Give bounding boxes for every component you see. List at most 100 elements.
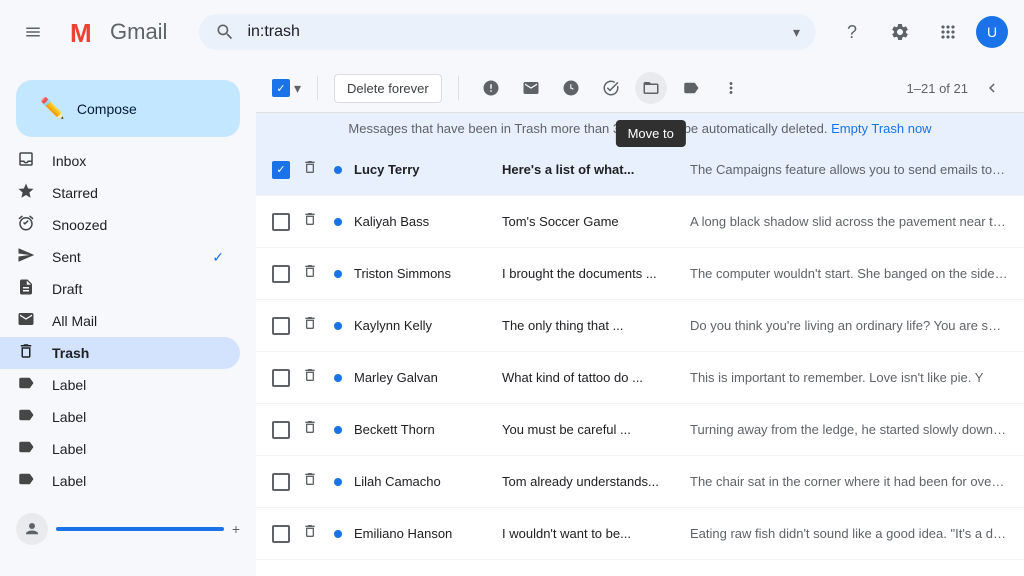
label1-text: Label xyxy=(52,377,224,393)
snooze-button[interactable] xyxy=(555,72,587,104)
email-subject: I brought the documents ... xyxy=(502,266,682,281)
sidebar-item-label4[interactable]: Label xyxy=(0,465,240,497)
compose-button[interactable]: ✏️ Compose xyxy=(16,80,240,137)
email-row[interactable]: Brooks RiceGood night, Miss.One dollar a… xyxy=(256,560,1024,576)
more-options-button[interactable] xyxy=(715,72,747,104)
email-sender: Lilah Camacho xyxy=(354,474,494,489)
settings-icon[interactable] xyxy=(880,12,920,52)
pagination: 1–21 of 21 xyxy=(907,72,1008,104)
email-preview: Do you think you're living an ordinary l… xyxy=(690,318,1008,333)
email-checkbox[interactable] xyxy=(272,317,290,335)
add-account-btn[interactable]: + xyxy=(232,521,240,537)
notice-text: Messages that have been in Trash more th… xyxy=(348,121,827,136)
email-row[interactable]: Kaylynn Kelly The only thing that ... Do y… xyxy=(256,300,1024,352)
label-button[interactable] xyxy=(675,72,707,104)
sidebar-item-allmail[interactable]: All Mail xyxy=(0,305,240,337)
move-to-button[interactable] xyxy=(635,72,667,104)
sidebar-item-label2[interactable]: Label xyxy=(0,401,240,433)
starred-label: Starred xyxy=(52,185,224,201)
help-icon[interactable]: ? xyxy=(832,12,872,52)
toolbar: ✓ ▾ Delete forever xyxy=(256,64,1024,113)
label2-icon xyxy=(16,406,36,429)
inbox-icon xyxy=(16,150,36,173)
report-spam-button[interactable] xyxy=(475,72,507,104)
compose-label: Compose xyxy=(77,101,137,117)
svg-text:M: M xyxy=(70,18,92,48)
search-dropdown-icon[interactable]: ▾ xyxy=(793,24,800,41)
email-subject: Tom already understands... xyxy=(502,474,682,489)
email-sender: Kaliyah Bass xyxy=(354,214,494,229)
email-checkbox[interactable]: ✓ xyxy=(272,161,290,179)
select-dropdown[interactable]: ▾ xyxy=(294,80,301,97)
delete-forever-label: Delete forever xyxy=(347,81,429,96)
menu-icon[interactable] xyxy=(16,15,50,49)
label3-text: Label xyxy=(52,441,224,457)
snoozed-icon xyxy=(16,214,36,237)
email-trash-icon xyxy=(302,419,318,440)
email-status-dot xyxy=(334,322,342,330)
email-sender: Marley Galvan xyxy=(354,370,494,385)
email-row[interactable]: ✓Lucy TerryHere's a list of what...The C… xyxy=(256,144,1024,196)
draft-label: Draft xyxy=(52,281,224,297)
sidebar-item-snoozed[interactable]: Snoozed xyxy=(0,209,240,241)
sidebar-item-inbox[interactable]: Inbox xyxy=(0,145,240,177)
email-status-dot xyxy=(334,218,342,226)
allmail-icon xyxy=(16,310,36,333)
label4-text: Label xyxy=(52,473,224,489)
email-subject: The only thing that ... xyxy=(502,318,682,333)
email-preview: This is important to remember. Love isn'… xyxy=(690,370,1008,385)
email-row[interactable]: Emiliano HansonI wouldn't want to be...E… xyxy=(256,508,1024,560)
email-row[interactable]: Lilah CamachoTom already understands...T… xyxy=(256,456,1024,508)
toolbar-separator-2 xyxy=(458,76,459,100)
logo: M Gmail xyxy=(66,12,167,52)
sidebar-item-trash[interactable]: Trash xyxy=(0,337,240,369)
move-to-container: Move to xyxy=(635,72,667,104)
search-input[interactable] xyxy=(247,23,781,41)
prev-page-button[interactable] xyxy=(976,72,1008,104)
sidebar-item-label1[interactable]: Label xyxy=(0,369,240,401)
search-bar: ▾ xyxy=(199,14,816,50)
email-checkbox[interactable] xyxy=(272,369,290,387)
sidebar-footer: + xyxy=(0,497,256,553)
user-avatar-small[interactable] xyxy=(16,513,48,545)
email-row[interactable]: Marley Galvan What kind of tattoo do ... T… xyxy=(256,352,1024,404)
select-all-checkbox[interactable]: ✓ xyxy=(272,79,290,97)
sent-check: ✓ xyxy=(212,249,224,266)
trash-icon xyxy=(16,342,36,365)
email-preview: The computer wouldn't start. She banged … xyxy=(690,266,1008,281)
email-subject: What kind of tattoo do ... xyxy=(502,370,682,385)
email-status-dot xyxy=(334,426,342,434)
search-icon xyxy=(215,22,235,42)
email-sender: Kaylynn Kelly xyxy=(354,318,494,333)
email-checkbox[interactable] xyxy=(272,213,290,231)
empty-trash-link[interactable]: Empty Trash now xyxy=(831,121,931,136)
add-task-button[interactable] xyxy=(595,72,627,104)
email-row[interactable]: Beckett ThornYou must be careful ...Turn… xyxy=(256,404,1024,456)
top-right-icons: ? U xyxy=(832,12,1008,52)
notice-bar: Messages that have been in Trash more th… xyxy=(256,113,1024,144)
email-checkbox[interactable] xyxy=(272,421,290,439)
email-row[interactable]: Kaliyah BassTom's Soccer GameA long blac… xyxy=(256,196,1024,248)
email-sender: Lucy Terry xyxy=(354,162,494,177)
email-checkbox[interactable] xyxy=(272,525,290,543)
email-trash-icon xyxy=(302,315,318,336)
email-row[interactable]: Triston SimmonsI brought the documents .… xyxy=(256,248,1024,300)
email-checkbox[interactable] xyxy=(272,265,290,283)
label1-icon xyxy=(16,374,36,397)
compose-icon: ✏️ xyxy=(40,96,65,121)
delete-forever-button[interactable]: Delete forever xyxy=(334,74,442,103)
snoozed-label: Snoozed xyxy=(52,217,224,233)
email-subject: Here's a list of what... xyxy=(502,162,682,177)
star-icon xyxy=(16,182,36,205)
email-trash-icon xyxy=(302,211,318,232)
sidebar-item-draft[interactable]: Draft xyxy=(0,273,240,305)
mark-unread-button[interactable] xyxy=(515,72,547,104)
sidebar-item-label3[interactable]: Label xyxy=(0,433,240,465)
draft-icon xyxy=(16,278,36,301)
avatar[interactable]: U xyxy=(976,16,1008,48)
grid-icon[interactable] xyxy=(928,12,968,52)
email-checkbox[interactable] xyxy=(272,473,290,491)
sidebar-item-sent[interactable]: Sent ✓ xyxy=(0,241,240,273)
sidebar-item-starred[interactable]: Starred xyxy=(0,177,240,209)
email-status-dot xyxy=(334,374,342,382)
